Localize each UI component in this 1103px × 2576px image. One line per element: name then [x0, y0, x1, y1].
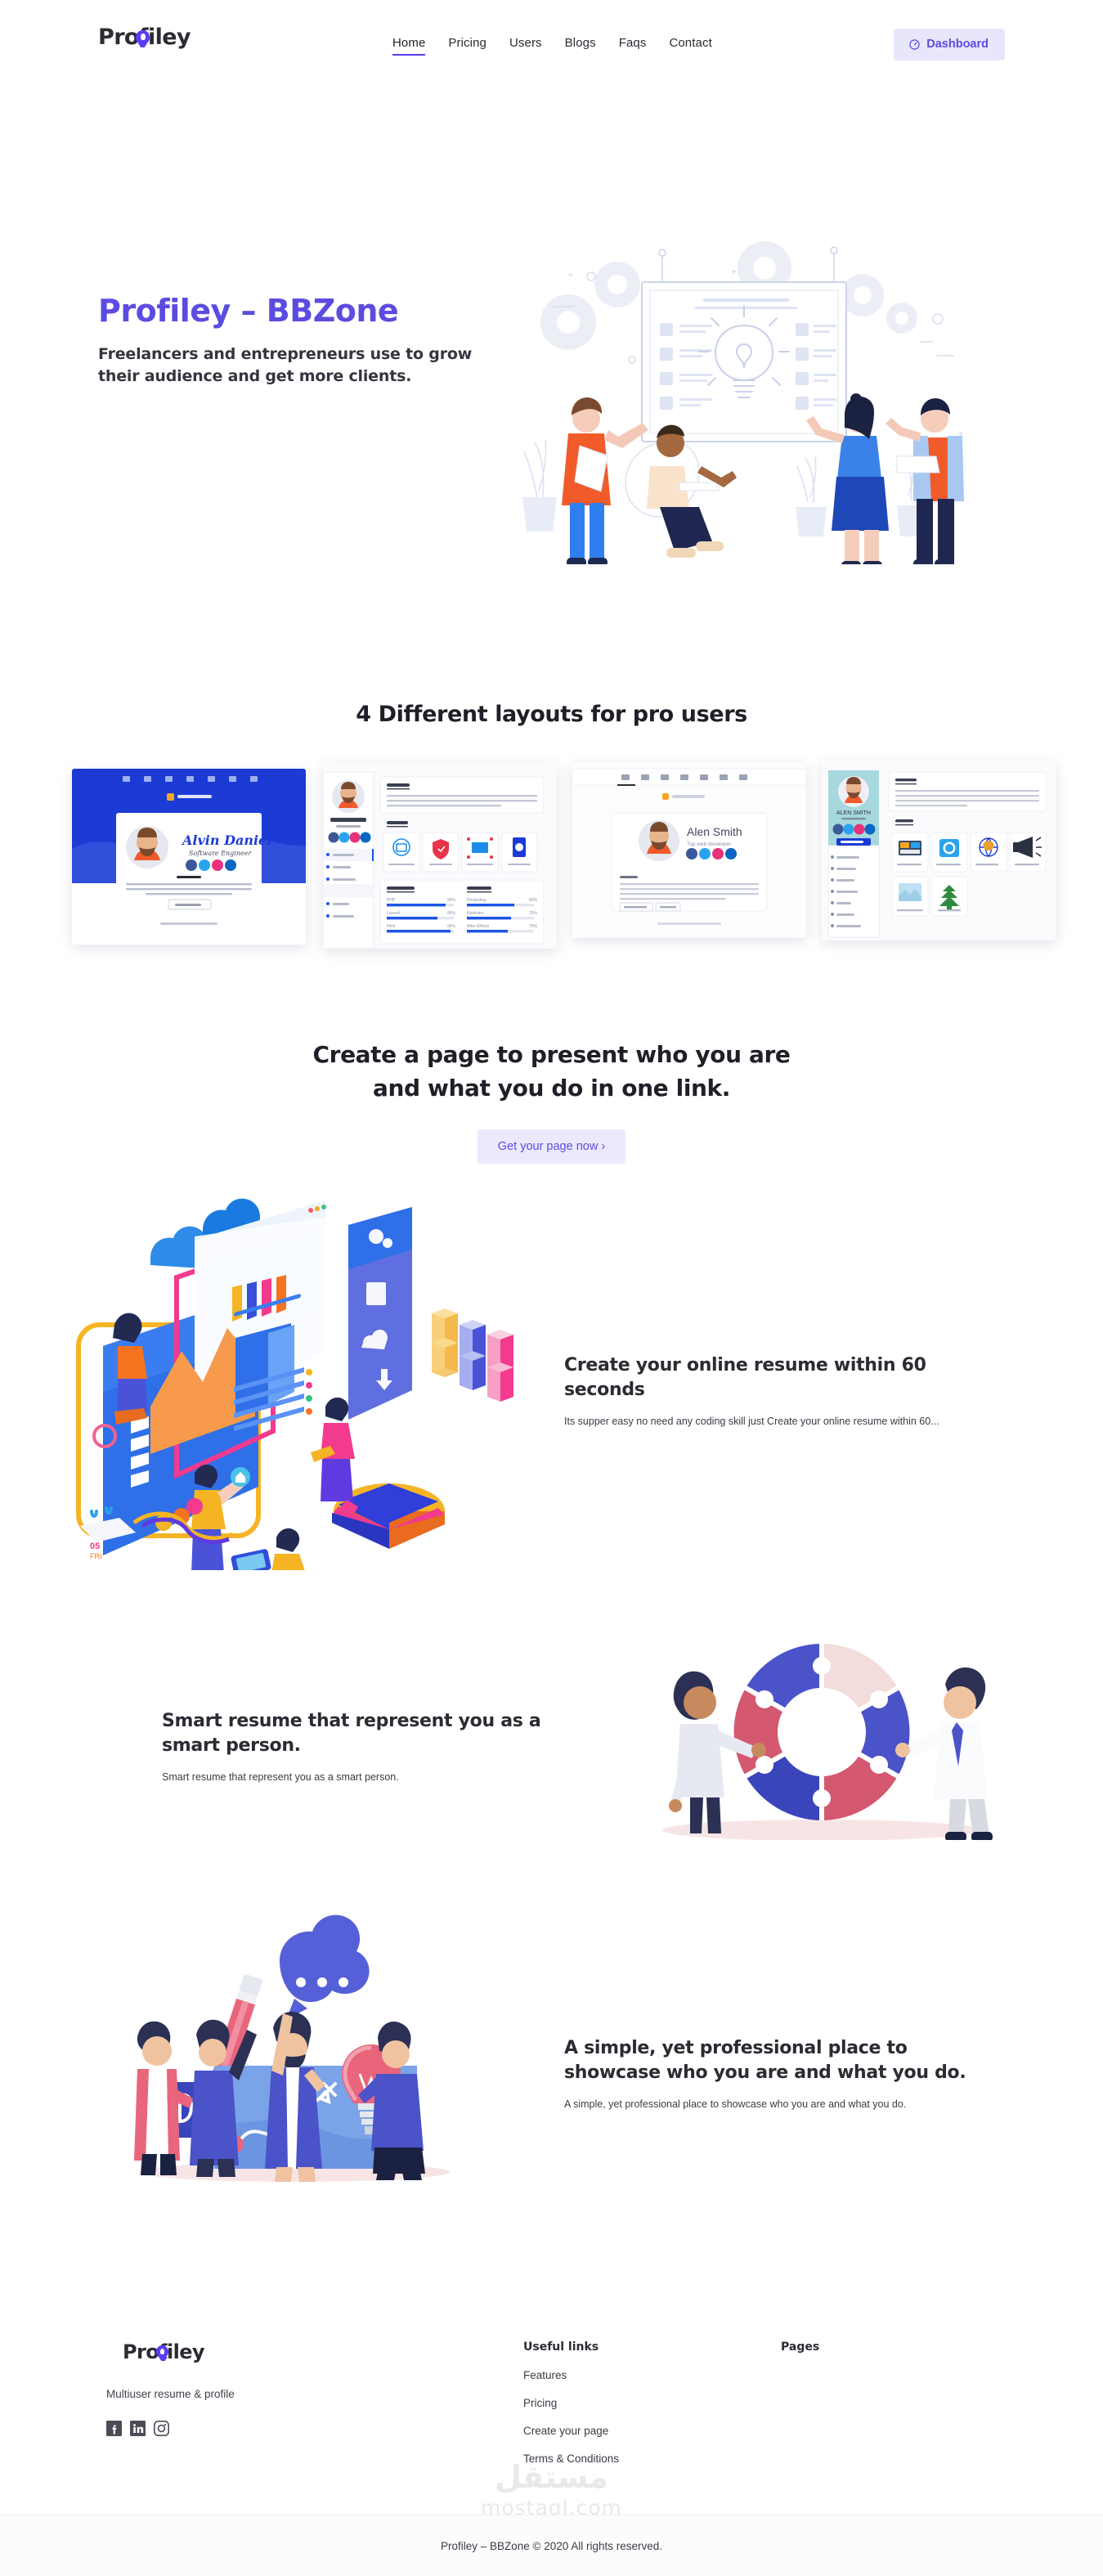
copyright-bar: Profiley – BBZone © 2020 All rights rese… — [0, 2515, 1103, 2576]
nav-item-home[interactable]: Home — [392, 36, 426, 56]
svg-text:After Effects: After Effects — [467, 924, 490, 929]
feature-1-heading: Create your online resume within 60 seco… — [564, 1355, 926, 1400]
svg-text:80%: 80% — [529, 898, 538, 903]
footer-link-pricing[interactable]: Pricing — [523, 2397, 619, 2409]
feature-1-copy: Create your online resume within 60 seco… — [564, 1353, 1006, 1429]
footer-column-useful-links: Useful links Features Pricing Create you… — [523, 2340, 619, 2465]
layout-4-preview: ALEN SMITH — [822, 761, 1056, 940]
cta-heading-line1: Create a page to present who you are — [312, 1041, 791, 1068]
feature-2-heading: Smart resume that represent you as a sma… — [162, 1711, 541, 1756]
feature-3-copy: A simple, yet professional place to show… — [564, 2036, 1006, 2112]
nav-item-faqs[interactable]: Faqs — [619, 36, 647, 54]
svg-text:75%: 75% — [529, 911, 538, 916]
layout-1-preview: Alvin Daniel Software Engineer — [72, 769, 306, 945]
cta-section: Create a page to present who you are and… — [0, 1039, 1103, 1165]
feature-2-body: Smart resume that represent you as a sma… — [162, 1771, 399, 1784]
site-header: Profiley Home Pricing Users Blogs Faqs C… — [0, 0, 1103, 88]
svg-text:Illustrator: Illustrator — [467, 911, 484, 916]
feature-3-body: A simple, yet professional place to show… — [564, 2098, 907, 2111]
hero-section: Profiley – BBZone Freelancers and entrep… — [0, 241, 1103, 564]
instagram-icon[interactable] — [154, 2421, 169, 2436]
svg-text:Html: Html — [387, 924, 395, 929]
svg-text:05: 05 — [90, 1542, 100, 1551]
footer-link-terms[interactable]: Terms & Conditions — [523, 2453, 619, 2465]
svg-text:PHP: PHP — [387, 898, 396, 903]
get-your-page-button[interactable]: Get your page now › — [477, 1129, 626, 1165]
svg-text:Laravel: Laravel — [387, 911, 400, 916]
person-bearded-bubble — [265, 2012, 325, 2182]
hero-subtitle: Freelancers and entrepreneurs use to gro… — [98, 344, 473, 386]
layouts-section-title: 4 Different layouts for pro users — [0, 702, 1103, 727]
nav-item-users[interactable]: Users — [509, 36, 542, 54]
linkedin-icon[interactable] — [130, 2421, 146, 2436]
svg-text:90%: 90% — [447, 898, 456, 903]
feature-3-illustration — [134, 1914, 450, 2182]
layouts-gallery: Alvin Daniel Software Engineer PHP 90% L… — [0, 761, 1103, 957]
main-nav: Home Pricing Users Blogs Faqs Contact — [392, 36, 712, 56]
landing-page: Profiley Home Pricing Users Blogs Faqs C… — [0, 0, 1103, 2576]
svg-text:Top web developer: Top web developer — [687, 841, 732, 847]
person-right-puzzle — [895, 1667, 993, 1840]
svg-text:Alvin Daniel: Alvin Daniel — [181, 832, 271, 848]
svg-text:95%: 95% — [447, 924, 456, 929]
footer-link-create-your-page[interactable]: Create your page — [523, 2425, 619, 2437]
feature-2-illustration — [662, 1644, 993, 1840]
cta-heading-line2: and what you do in one link. — [372, 1074, 731, 1102]
person-blazer — [886, 398, 964, 564]
layout-3-preview: Alen Smith Top web developer — [572, 762, 806, 938]
svg-text:Alen Smith: Alen Smith — [687, 825, 742, 838]
nav-item-blogs[interactable]: Blogs — [565, 36, 596, 54]
hero-copy: Profiley – BBZone Freelancers and entrep… — [98, 293, 482, 388]
gauge-icon — [909, 38, 920, 50]
copyright-text: Profiley – BBZone © 2020 All rights rese… — [440, 2539, 663, 2552]
svg-text:70%: 70% — [529, 924, 538, 929]
layout-2-preview: PHP 90% Laravel 85% Html 95% Photoshop 80% I… — [323, 762, 557, 949]
layout-card-2[interactable]: PHP 90% Laravel 85% Html 95% Photoshop 80% I… — [323, 762, 557, 949]
rocket-icon — [156, 2345, 168, 2358]
cta-heading: Create a page to present who you are and… — [0, 1039, 1103, 1105]
nav-item-pricing[interactable]: Pricing — [448, 36, 486, 54]
facebook-icon[interactable] — [106, 2421, 122, 2436]
svg-text:ALEN SMITH: ALEN SMITH — [836, 810, 871, 816]
layout-card-4[interactable]: ALEN SMITH — [822, 761, 1056, 940]
footer-column-pages: Pages — [781, 2340, 819, 2354]
feature-3-heading: A simple, yet professional place to show… — [564, 2038, 966, 2083]
svg-text:85%: 85% — [447, 911, 456, 916]
layouts-heading: 4 Different layouts for pro users — [356, 702, 747, 727]
footer-link-features[interactable]: Features — [523, 2369, 619, 2381]
footer-tagline: Multiuser resume & profile — [106, 2388, 235, 2400]
footer-logo[interactable]: Profiley — [123, 2340, 205, 2363]
svg-text:Software Engineer: Software Engineer — [189, 850, 252, 857]
person-pink-jacket-board — [134, 2021, 193, 2175]
footer-column-heading: Useful links — [523, 2340, 599, 2354]
svg-text:FRI: FRI — [90, 1552, 102, 1560]
page-title: Profiley – BBZone — [98, 293, 399, 329]
dashboard-button[interactable]: Dashboard — [894, 29, 1005, 61]
feature-2-copy: Smart resume that represent you as a sma… — [162, 1709, 587, 1785]
dashboard-button-label: Dashboard — [926, 38, 989, 51]
logo[interactable]: Profiley — [98, 25, 191, 50]
footer-column-heading: Pages — [781, 2340, 820, 2354]
svg-text:Photoshop: Photoshop — [467, 898, 486, 903]
site-footer: Profiley Multiuser resume & profile Us — [0, 2298, 1103, 2511]
person-sitting-phone — [113, 1313, 147, 1425]
rocket-icon — [136, 30, 150, 44]
footer-social-links — [106, 2421, 169, 2436]
feature-1-illustration: 05 FRI — [76, 1198, 513, 1570]
person-seated — [625, 424, 737, 558]
feature-1-body: Its supper easy no need any coding skill… — [564, 1416, 939, 1428]
hero-illustration — [522, 241, 964, 564]
layout-card-1[interactable]: Alvin Daniel Software Engineer — [72, 769, 306, 945]
nav-item-contact[interactable]: Contact — [669, 36, 711, 54]
layout-card-3[interactable]: Alen Smith Top web developer — [572, 762, 806, 938]
